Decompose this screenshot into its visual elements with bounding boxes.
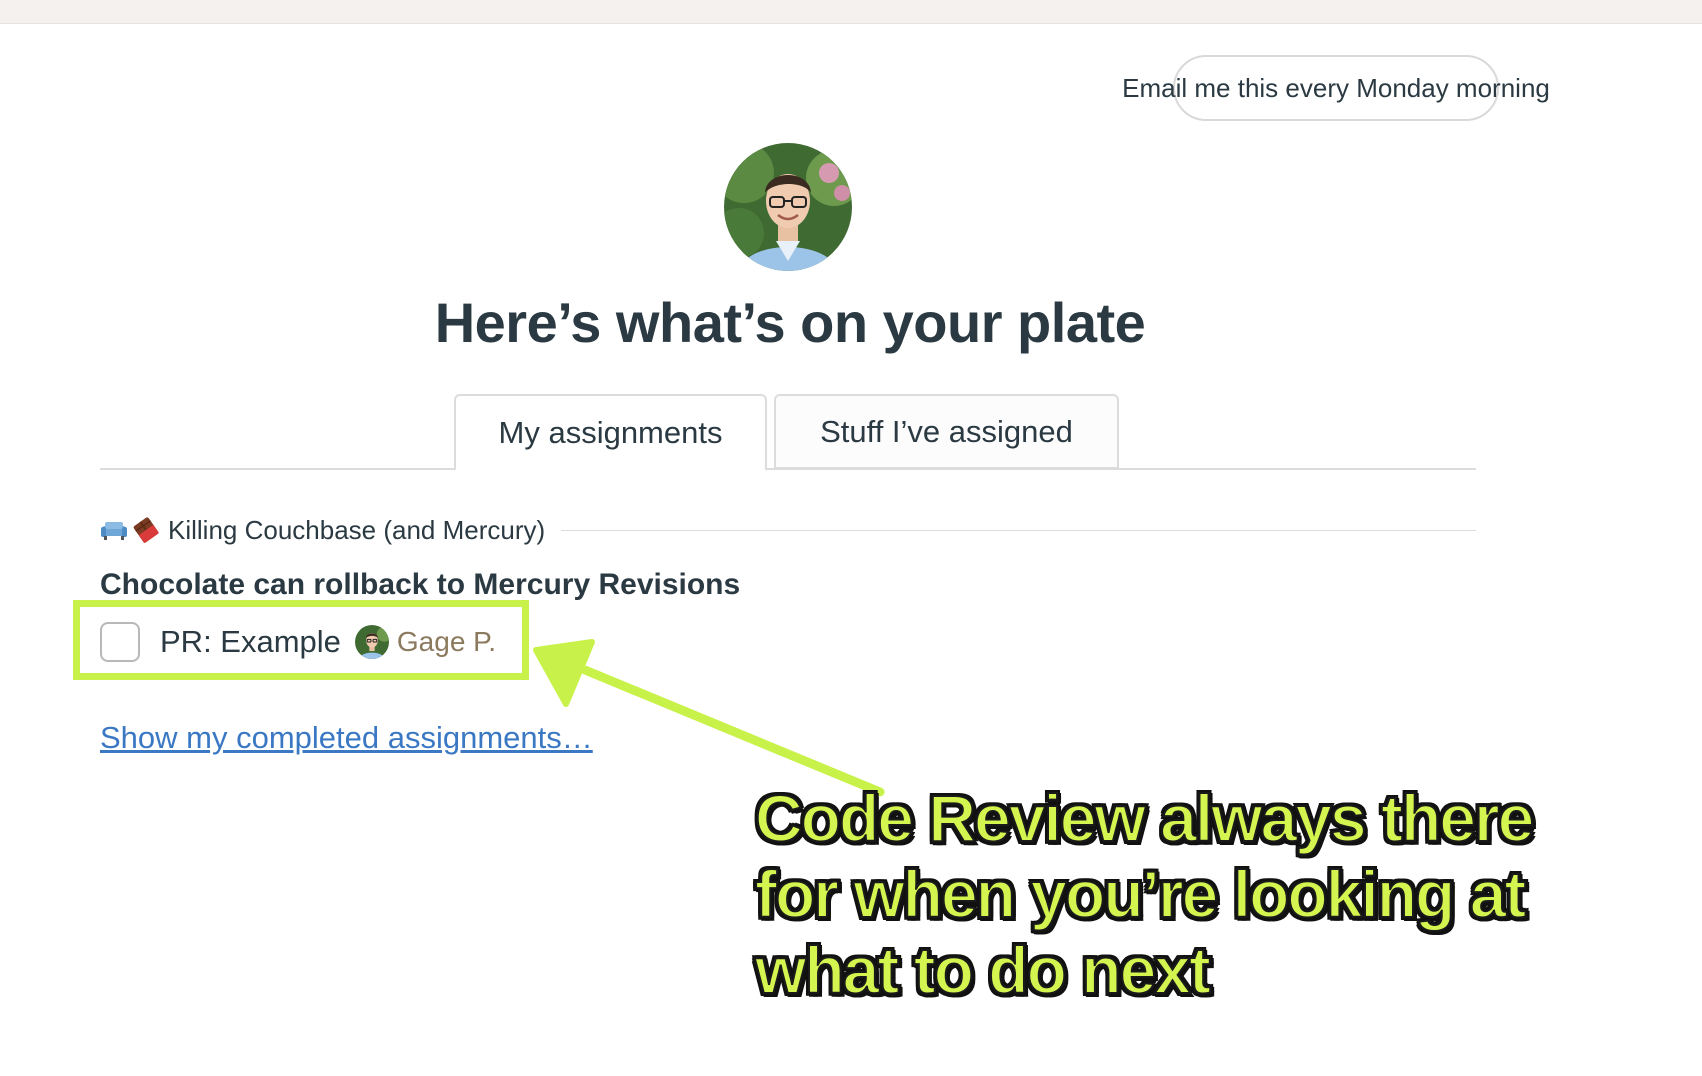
assignee-avatar <box>354 625 389 659</box>
tab-stuff-ive-assigned[interactable]: Stuff I’ve assigned <box>774 394 1119 469</box>
annotation-callout: Code Review always there for when you’re… <box>754 780 1675 1008</box>
assignment-row: PR: Example Gage P. <box>100 620 496 664</box>
assignee-name: Gage P. <box>396 626 497 657</box>
couch-icon <box>101 522 127 540</box>
task-title[interactable]: Chocolate can rollback to Mercury Revisi… <box>100 568 740 602</box>
callout-line: what to do next <box>754 932 1212 1008</box>
callout-line: Code Review always there <box>754 780 1535 856</box>
assignment-checkbox[interactable] <box>100 622 140 662</box>
project-divider <box>561 529 1476 531</box>
chocolate-icon <box>133 517 159 543</box>
project-name[interactable]: Killing Couchbase (and Mercury) <box>168 515 545 546</box>
project-icons <box>100 516 160 544</box>
callout-line: for when you’re looking at <box>754 856 1527 932</box>
tab-my-assignments[interactable]: My assignments <box>454 394 767 471</box>
browser-top-strip <box>0 0 1702 24</box>
project-header: Killing Couchbase (and Mercury) <box>100 514 1476 546</box>
assignment-label[interactable]: PR: Example <box>160 624 341 660</box>
page-title: Here’s what’s on your plate <box>434 291 1146 354</box>
email-weekly-button[interactable]: Email me this every Monday morning <box>1122 55 1550 121</box>
user-avatar <box>724 143 852 271</box>
show-completed-link[interactable]: Show my completed assignments… <box>100 720 593 756</box>
